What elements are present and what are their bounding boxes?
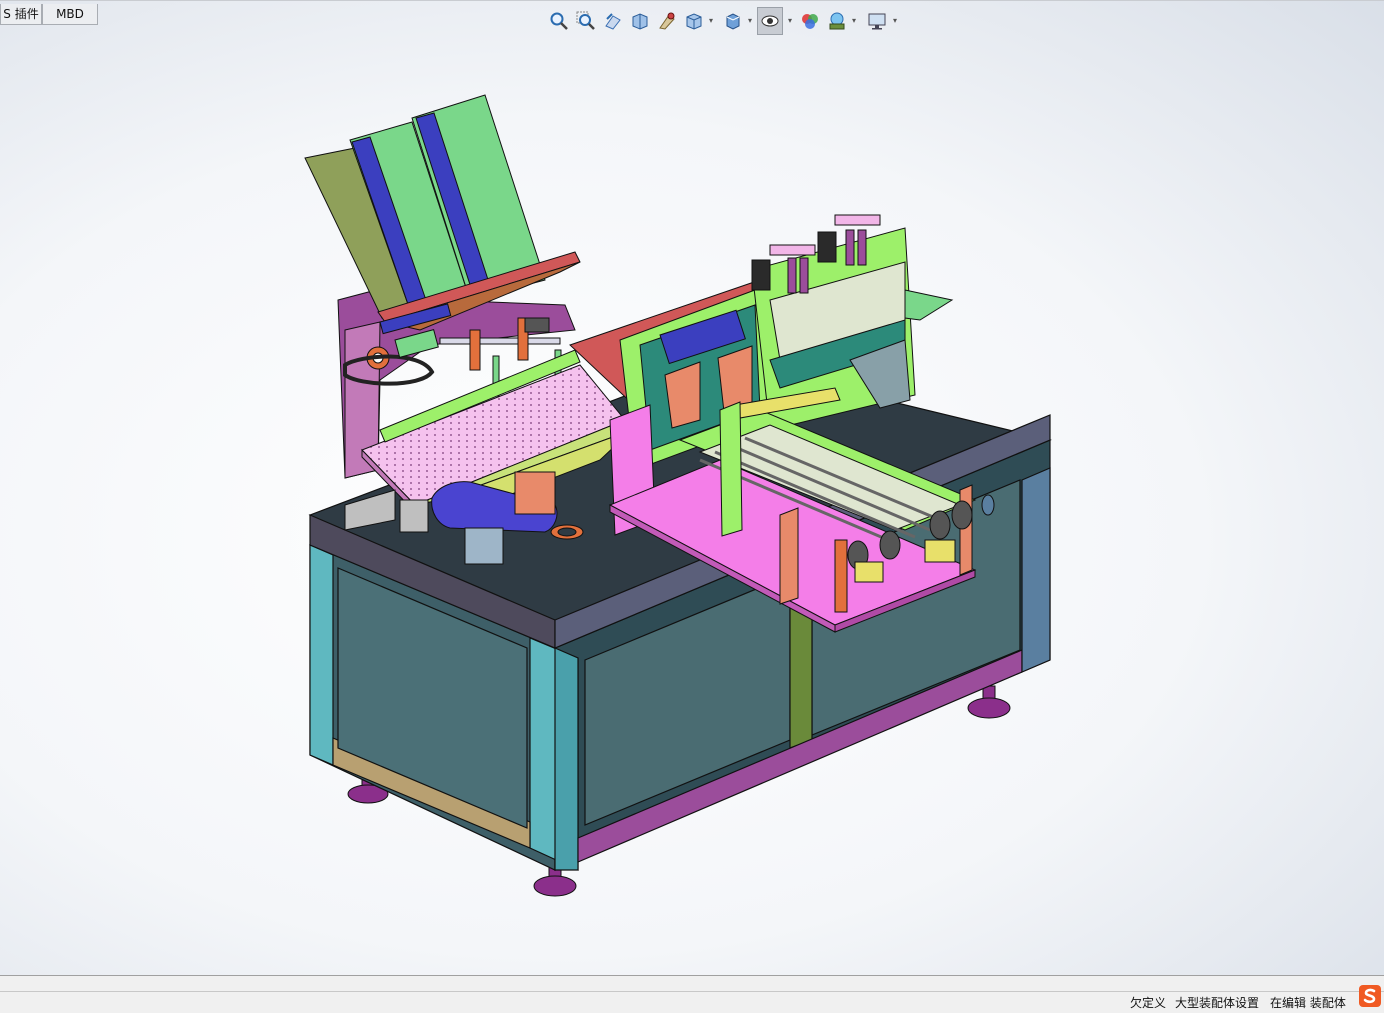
- chevron-down-icon[interactable]: ▾: [850, 17, 858, 25]
- chevron-down-icon[interactable]: ▾: [786, 17, 794, 25]
- card-hopper: [304, 94, 581, 331]
- view-orientation-icon[interactable]: [681, 7, 707, 35]
- section-view-icon[interactable]: [627, 7, 653, 35]
- display-style-icon[interactable]: [720, 7, 746, 35]
- apply-scene-icon[interactable]: [824, 7, 850, 35]
- zoom-to-area-icon[interactable]: [573, 7, 599, 35]
- chevron-down-icon[interactable]: ▾: [746, 17, 754, 25]
- edit-appearance-icon[interactable]: [797, 7, 823, 35]
- zoom-to-fit-icon[interactable]: [546, 7, 572, 35]
- heads-up-view-toolbar: ▾ ▾ ▾ ▾ ▾: [546, 7, 906, 35]
- sogou-ime-icon[interactable]: [1358, 984, 1382, 1008]
- definition-status: 欠定义: [1130, 996, 1167, 1010]
- hide-show-items-icon[interactable]: [757, 7, 783, 35]
- assembly-model[interactable]: [0, 0, 1384, 975]
- large-assembly-settings[interactable]: 大型装配体设置: [1175, 994, 1259, 1011]
- dynamic-annotation-icon[interactable]: [654, 7, 680, 35]
- chevron-down-icon[interactable]: ▾: [707, 17, 715, 25]
- previous-view-icon[interactable]: [600, 7, 626, 35]
- view-settings-icon[interactable]: [864, 7, 890, 35]
- chevron-down-icon[interactable]: ▾: [891, 17, 899, 25]
- graphics-viewport[interactable]: S 插件 MBD ▾ ▾ ▾ ▾ ▾: [0, 0, 1384, 975]
- editing-status: 在编辑 装配体: [1270, 996, 1346, 1010]
